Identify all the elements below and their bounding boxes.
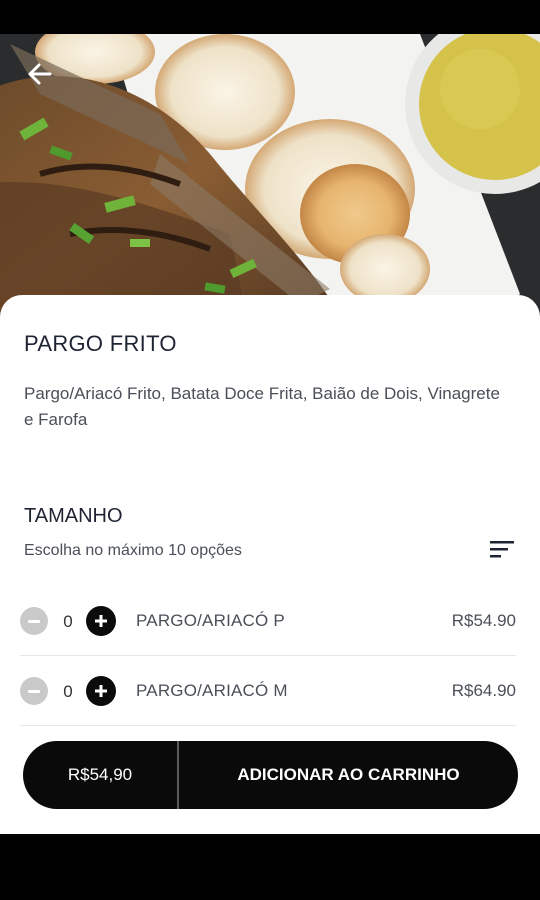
arrow-left-icon — [28, 63, 52, 85]
sort-lines-icon — [490, 541, 514, 558]
status-bar — [0, 0, 540, 34]
fried-fish-plate-image — [0, 34, 540, 334]
system-navigation-bar — [0, 834, 540, 900]
increase-quantity-button[interactable] — [86, 606, 116, 636]
size-option-row: 0 PARGO/ARIACÓ P R$54.90 — [0, 586, 540, 656]
add-to-cart-button[interactable]: ADICIONAR AO CARRINHO — [179, 741, 518, 809]
option-name: PARGO/ARIACÓ P — [136, 611, 285, 630]
decrease-quantity-button[interactable] — [20, 677, 48, 705]
product-description: Pargo/Ariacó Frito, Batata Doce Frita, B… — [24, 384, 500, 429]
cart-action-bar: R$54,90 ADICIONAR AO CARRINHO — [23, 741, 518, 809]
minus-icon — [28, 619, 40, 623]
decrease-quantity-button[interactable] — [20, 607, 48, 635]
option-price: R$54.90 — [451, 611, 516, 630]
option-name: PARGO/ARIACÓ M — [136, 681, 288, 700]
option-quantity: 0 — [63, 682, 73, 701]
total-price-button[interactable]: R$54,90 — [23, 741, 179, 809]
size-section-title: TAMANHO — [24, 505, 123, 527]
product-photo — [0, 34, 540, 334]
minus-icon — [28, 689, 40, 693]
sort-button[interactable] — [486, 535, 518, 563]
size-section-subtitle: Escolha no máximo 10 opções — [24, 542, 242, 559]
row-divider — [20, 725, 516, 726]
plus-icon — [95, 615, 107, 627]
product-details-sheet: PARGO FRITO Pargo/Ariacó Frito, Batata D… — [0, 295, 540, 834]
increase-quantity-button[interactable] — [86, 676, 116, 706]
plus-icon — [95, 685, 107, 697]
back-button[interactable] — [22, 56, 58, 92]
option-price: R$64.90 — [451, 681, 516, 700]
option-quantity: 0 — [63, 612, 73, 631]
size-option-row: 0 PARGO/ARIACÓ M R$64.90 — [0, 656, 540, 726]
product-title: PARGO FRITO — [24, 331, 177, 356]
